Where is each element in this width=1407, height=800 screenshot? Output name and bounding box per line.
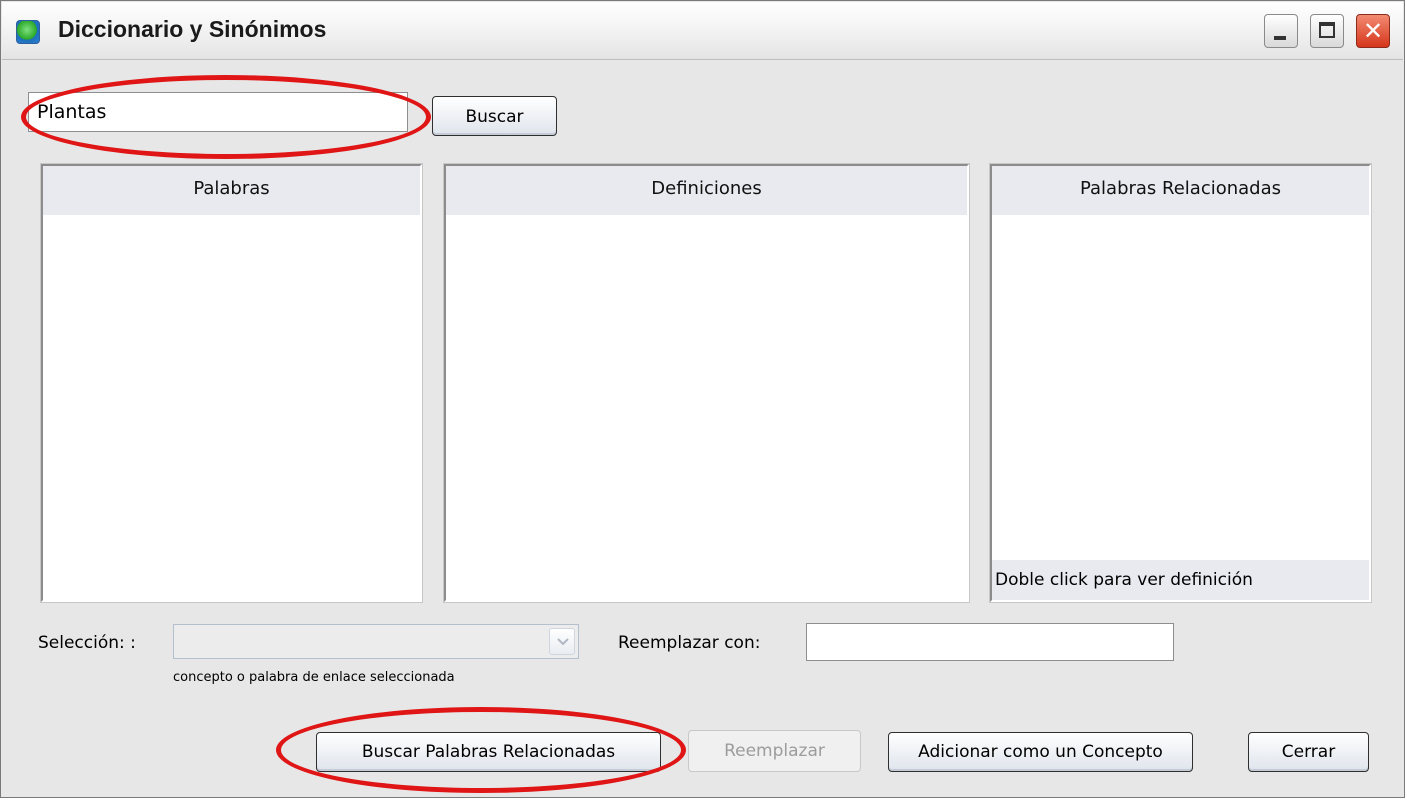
related-words-hint: Doble click para ver definición <box>992 560 1369 600</box>
minimize-icon <box>1274 36 1286 40</box>
replace-label: Reemplazar con: <box>618 633 761 653</box>
window-title: Diccionario y Sinónimos <box>58 16 327 42</box>
add-as-concept-button[interactable]: Adicionar como un Concepto <box>888 732 1193 772</box>
words-list-header: Palabras <box>43 166 420 215</box>
related-words-list-header: Palabras Relacionadas <box>992 166 1369 215</box>
related-words-list[interactable]: Palabras Relacionadas Doble click para v… <box>989 163 1372 603</box>
close-icon: ✕ <box>1362 17 1384 45</box>
dictionary-app-icon <box>16 20 40 44</box>
chevron-down-icon[interactable] <box>549 628 575 655</box>
title-bar[interactable]: Diccionario y Sinónimos ✕ <box>2 2 1403 60</box>
close-button[interactable]: Cerrar <box>1248 732 1369 772</box>
definitions-list-header: Definiciones <box>446 166 967 215</box>
maximize-icon <box>1319 22 1335 38</box>
maximize-button[interactable] <box>1310 14 1344 48</box>
replace-button[interactable]: Reemplazar <box>688 730 861 772</box>
close-window-button[interactable]: ✕ <box>1356 14 1390 48</box>
find-related-words-button[interactable]: Buscar Palabras Relacionadas <box>316 732 661 772</box>
selection-caption: concepto o palabra de enlace seleccionad… <box>173 670 455 685</box>
selection-label: Selección: : <box>38 633 136 653</box>
replace-input[interactable] <box>806 623 1174 661</box>
search-input[interactable] <box>28 92 408 132</box>
minimize-button[interactable] <box>1264 14 1298 48</box>
words-list[interactable]: Palabras <box>40 163 423 603</box>
search-button[interactable]: Buscar <box>432 96 557 136</box>
dictionary-window: Diccionario y Sinónimos ✕ Buscar Palabra… <box>0 0 1405 798</box>
definitions-list[interactable]: Definiciones <box>443 163 970 603</box>
selection-combobox[interactable] <box>173 624 579 659</box>
